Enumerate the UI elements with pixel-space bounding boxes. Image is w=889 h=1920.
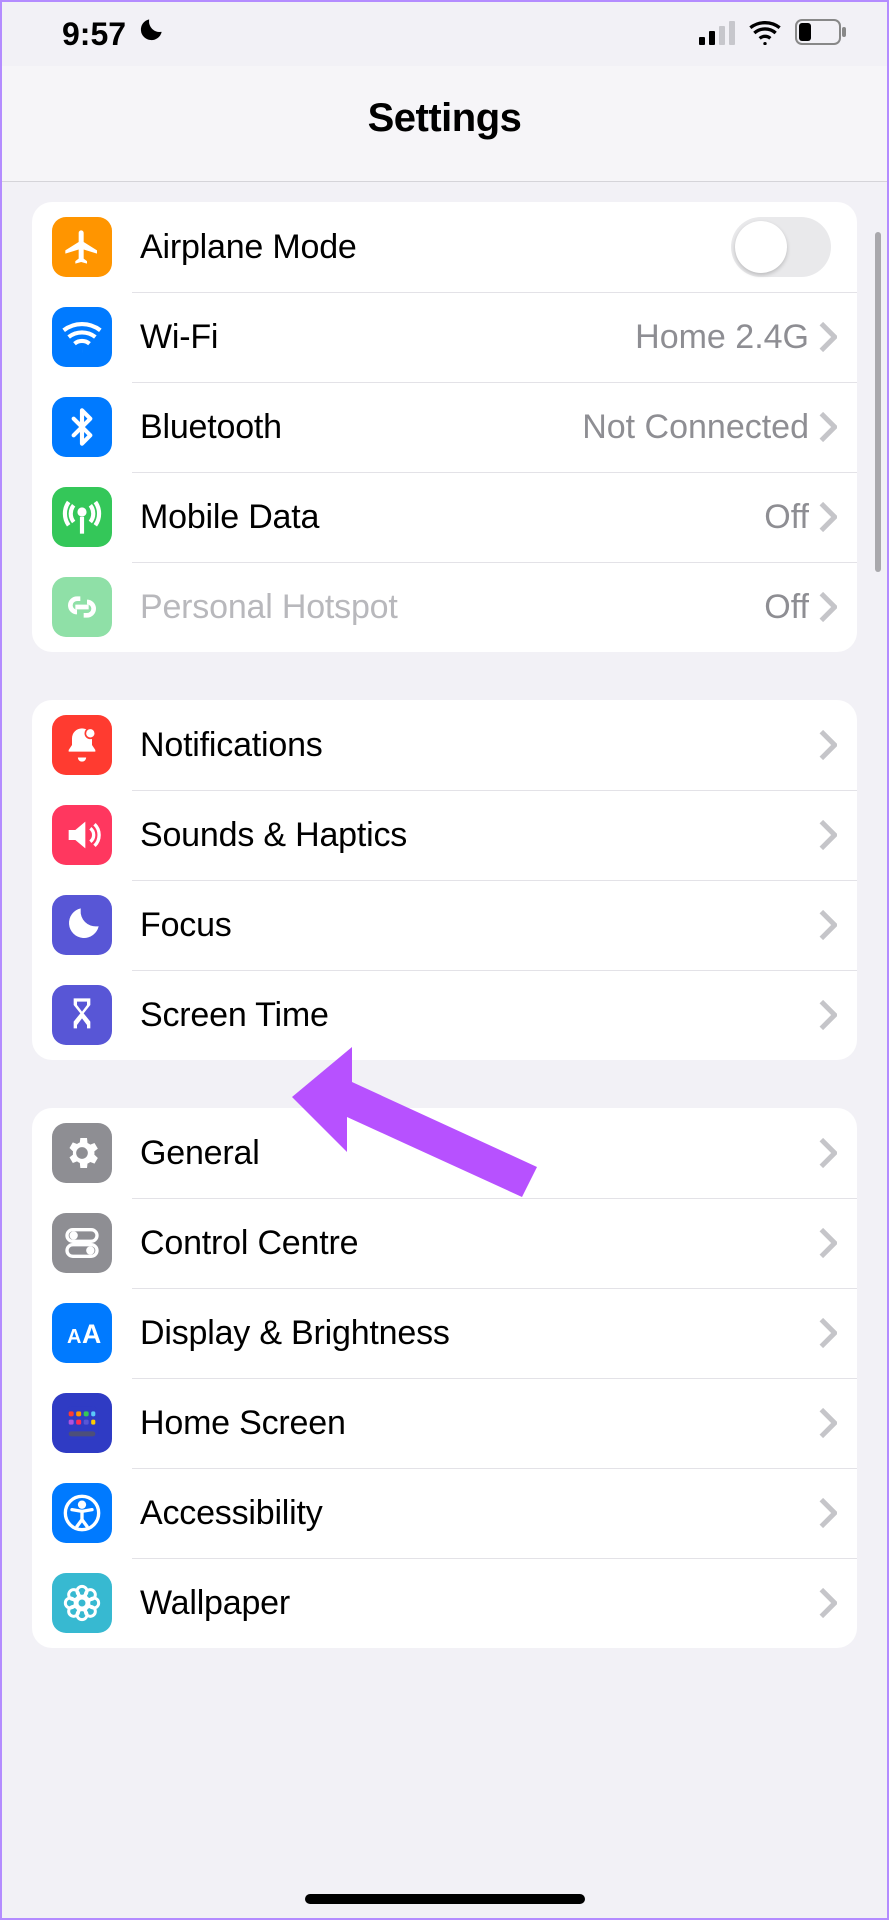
- chevron-right-icon: [819, 1318, 837, 1348]
- speaker-icon: [52, 805, 112, 865]
- chevron-right-icon: [819, 502, 837, 532]
- moon-icon: [52, 895, 112, 955]
- row-value: Home 2.4G: [635, 318, 809, 357]
- nav-header: Settings: [2, 66, 887, 182]
- status-time: 9:57: [62, 16, 126, 53]
- chevron-right-icon: [819, 1408, 837, 1438]
- row-value: Not Connected: [582, 408, 809, 447]
- settings-content: Airplane Mode Wi-Fi Home 2.4G Bluetooth …: [2, 202, 887, 1648]
- row-airplane-mode[interactable]: Airplane Mode: [32, 202, 857, 292]
- row-label: Home Screen: [140, 1404, 819, 1443]
- cellular-signal-icon: [699, 16, 735, 53]
- chevron-right-icon: [819, 412, 837, 442]
- row-label: Screen Time: [140, 996, 819, 1035]
- antenna-icon: [52, 487, 112, 547]
- wifi-status-icon: [749, 16, 781, 53]
- row-label: Control Centre: [140, 1224, 819, 1263]
- settings-group-connectivity: Airplane Mode Wi-Fi Home 2.4G Bluetooth …: [32, 202, 857, 652]
- row-wifi[interactable]: Wi-Fi Home 2.4G: [32, 292, 857, 382]
- row-label: Personal Hotspot: [140, 588, 764, 627]
- chevron-right-icon: [819, 1138, 837, 1168]
- row-label: Accessibility: [140, 1494, 819, 1533]
- row-label: Wallpaper: [140, 1584, 819, 1623]
- settings-group-alerts: Notifications Sounds & Haptics Focus: [32, 700, 857, 1060]
- chevron-right-icon: [819, 910, 837, 940]
- row-mobile-data[interactable]: Mobile Data Off: [32, 472, 857, 562]
- row-label: General: [140, 1134, 819, 1173]
- row-general[interactable]: General: [32, 1108, 857, 1198]
- row-label: Notifications: [140, 726, 819, 765]
- row-sounds-haptics[interactable]: Sounds & Haptics: [32, 790, 857, 880]
- dnd-moon-icon: [136, 16, 164, 53]
- home-indicator[interactable]: [305, 1894, 585, 1904]
- chevron-right-icon: [819, 730, 837, 760]
- bluetooth-icon: [52, 397, 112, 457]
- row-label: Sounds & Haptics: [140, 816, 819, 855]
- scrollbar-indicator: [875, 232, 881, 572]
- status-bar: 9:57: [2, 2, 887, 66]
- row-home-screen[interactable]: Home Screen: [32, 1378, 857, 1468]
- chevron-right-icon: [819, 1498, 837, 1528]
- page-title: Settings: [2, 96, 887, 141]
- battery-icon: [795, 16, 847, 53]
- row-screen-time[interactable]: Screen Time: [32, 970, 857, 1060]
- home-screen-grid-icon: [52, 1393, 112, 1453]
- row-label: Mobile Data: [140, 498, 764, 537]
- row-label: Focus: [140, 906, 819, 945]
- row-control-centre[interactable]: Control Centre: [32, 1198, 857, 1288]
- row-personal-hotspot[interactable]: Personal Hotspot Off: [32, 562, 857, 652]
- chevron-right-icon: [819, 1228, 837, 1258]
- svg-text:A: A: [82, 1319, 101, 1349]
- text-size-icon: AA: [52, 1303, 112, 1363]
- chevron-right-icon: [819, 820, 837, 850]
- airplane-icon: [52, 217, 112, 277]
- control-centre-icon: [52, 1213, 112, 1273]
- row-value: Off: [764, 498, 809, 537]
- row-focus[interactable]: Focus: [32, 880, 857, 970]
- row-wallpaper[interactable]: Wallpaper: [32, 1558, 857, 1648]
- row-bluetooth[interactable]: Bluetooth Not Connected: [32, 382, 857, 472]
- row-label: Airplane Mode: [140, 228, 731, 267]
- airplane-mode-toggle[interactable]: [731, 217, 831, 277]
- row-notifications[interactable]: Notifications: [32, 700, 857, 790]
- row-label: Wi-Fi: [140, 318, 635, 357]
- gear-icon: [52, 1123, 112, 1183]
- row-label: Bluetooth: [140, 408, 582, 447]
- accessibility-icon: [52, 1483, 112, 1543]
- row-label: Display & Brightness: [140, 1314, 819, 1353]
- row-value: Off: [764, 588, 809, 627]
- hotspot-link-icon: [52, 577, 112, 637]
- notifications-bell-icon: [52, 715, 112, 775]
- row-accessibility[interactable]: Accessibility: [32, 1468, 857, 1558]
- hourglass-icon: [52, 985, 112, 1045]
- chevron-right-icon: [819, 322, 837, 352]
- chevron-right-icon: [819, 1588, 837, 1618]
- svg-text:A: A: [67, 1326, 81, 1348]
- chevron-right-icon: [819, 592, 837, 622]
- chevron-right-icon: [819, 1000, 837, 1030]
- wallpaper-flower-icon: [52, 1573, 112, 1633]
- row-display-brightness[interactable]: AA Display & Brightness: [32, 1288, 857, 1378]
- settings-group-system: General Control Centre AA Display & Brig…: [32, 1108, 857, 1648]
- wifi-icon: [52, 307, 112, 367]
